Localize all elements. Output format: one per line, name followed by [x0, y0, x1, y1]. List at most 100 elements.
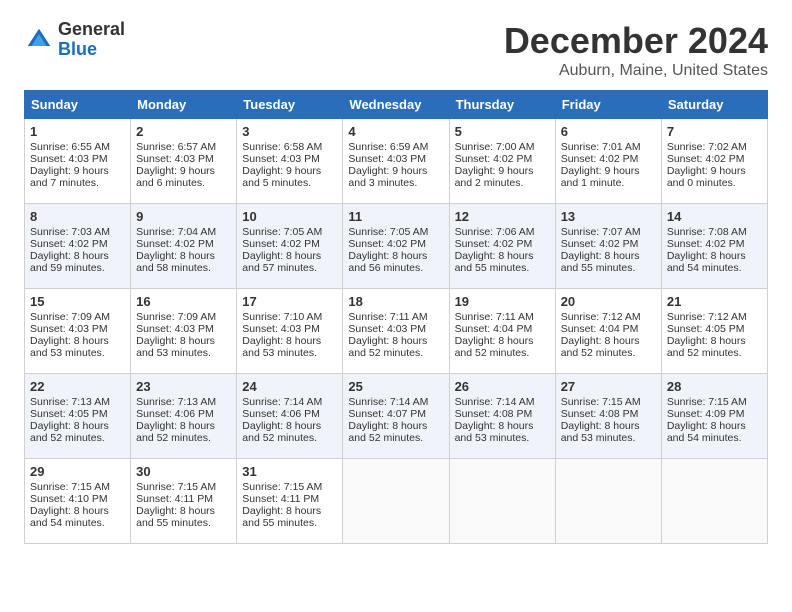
day-number: 5	[455, 124, 550, 139]
calendar-cell: 18Sunrise: 7:11 AMSunset: 4:03 PMDayligh…	[343, 289, 449, 374]
daylight-text: Daylight: 8 hours and 55 minutes.	[455, 250, 534, 274]
sunset-text: Sunset: 4:08 PM	[455, 408, 533, 420]
calendar-week-row: 22Sunrise: 7:13 AMSunset: 4:05 PMDayligh…	[25, 374, 768, 459]
calendar-cell	[343, 459, 449, 544]
calendar-cell	[661, 459, 767, 544]
calendar-cell: 17Sunrise: 7:10 AMSunset: 4:03 PMDayligh…	[237, 289, 343, 374]
sunrise-text: Sunrise: 7:05 AM	[348, 226, 428, 238]
sunset-text: Sunset: 4:02 PM	[561, 238, 639, 250]
calendar-cell: 27Sunrise: 7:15 AMSunset: 4:08 PMDayligh…	[555, 374, 661, 459]
calendar-cell: 14Sunrise: 7:08 AMSunset: 4:02 PMDayligh…	[661, 204, 767, 289]
daylight-text: Daylight: 8 hours and 52 minutes.	[561, 335, 640, 359]
calendar-cell: 20Sunrise: 7:12 AMSunset: 4:04 PMDayligh…	[555, 289, 661, 374]
sunset-text: Sunset: 4:07 PM	[348, 408, 426, 420]
sunset-text: Sunset: 4:02 PM	[30, 238, 108, 250]
calendar-header-sunday: Sunday	[25, 91, 131, 119]
sunset-text: Sunset: 4:03 PM	[348, 153, 426, 165]
daylight-text: Daylight: 8 hours and 53 minutes.	[136, 335, 215, 359]
sunrise-text: Sunrise: 7:11 AM	[348, 311, 427, 323]
sunset-text: Sunset: 4:09 PM	[667, 408, 745, 420]
sunrise-text: Sunrise: 7:09 AM	[136, 311, 216, 323]
calendar-cell: 28Sunrise: 7:15 AMSunset: 4:09 PMDayligh…	[661, 374, 767, 459]
day-number: 12	[455, 209, 550, 224]
sunrise-text: Sunrise: 7:11 AM	[455, 311, 534, 323]
calendar-header-saturday: Saturday	[661, 91, 767, 119]
calendar-cell: 15Sunrise: 7:09 AMSunset: 4:03 PMDayligh…	[25, 289, 131, 374]
sunrise-text: Sunrise: 7:13 AM	[30, 396, 110, 408]
calendar-cell: 11Sunrise: 7:05 AMSunset: 4:02 PMDayligh…	[343, 204, 449, 289]
sunrise-text: Sunrise: 7:15 AM	[242, 481, 322, 493]
day-number: 19	[455, 294, 550, 309]
day-number: 11	[348, 209, 443, 224]
sunrise-text: Sunrise: 7:15 AM	[667, 396, 747, 408]
calendar-cell: 19Sunrise: 7:11 AMSunset: 4:04 PMDayligh…	[449, 289, 555, 374]
calendar-table: SundayMondayTuesdayWednesdayThursdayFrid…	[24, 90, 768, 544]
sunset-text: Sunset: 4:11 PM	[136, 493, 213, 505]
calendar-cell: 30Sunrise: 7:15 AMSunset: 4:11 PMDayligh…	[131, 459, 237, 544]
calendar-cell: 16Sunrise: 7:09 AMSunset: 4:03 PMDayligh…	[131, 289, 237, 374]
sunrise-text: Sunrise: 7:12 AM	[667, 311, 747, 323]
sunset-text: Sunset: 4:02 PM	[667, 238, 745, 250]
day-number: 2	[136, 124, 231, 139]
daylight-text: Daylight: 8 hours and 57 minutes.	[242, 250, 321, 274]
day-number: 16	[136, 294, 231, 309]
logo-general: General	[58, 20, 125, 40]
calendar-cell: 29Sunrise: 7:15 AMSunset: 4:10 PMDayligh…	[25, 459, 131, 544]
calendar-cell: 13Sunrise: 7:07 AMSunset: 4:02 PMDayligh…	[555, 204, 661, 289]
day-number: 24	[242, 379, 337, 394]
calendar-cell: 6Sunrise: 7:01 AMSunset: 4:02 PMDaylight…	[555, 119, 661, 204]
day-number: 14	[667, 209, 762, 224]
sunset-text: Sunset: 4:02 PM	[136, 238, 214, 250]
sunrise-text: Sunrise: 7:01 AM	[561, 141, 641, 153]
daylight-text: Daylight: 9 hours and 6 minutes.	[136, 165, 215, 189]
day-number: 15	[30, 294, 125, 309]
logo-blue: Blue	[58, 40, 125, 60]
day-number: 1	[30, 124, 125, 139]
sunrise-text: Sunrise: 6:57 AM	[136, 141, 216, 153]
sunset-text: Sunset: 4:06 PM	[242, 408, 320, 420]
sunrise-text: Sunrise: 7:04 AM	[136, 226, 216, 238]
logo-icon	[24, 25, 54, 55]
sunrise-text: Sunrise: 7:07 AM	[561, 226, 641, 238]
day-number: 21	[667, 294, 762, 309]
day-number: 29	[30, 464, 125, 479]
day-number: 9	[136, 209, 231, 224]
daylight-text: Daylight: 8 hours and 52 minutes.	[667, 335, 746, 359]
sunrise-text: Sunrise: 7:14 AM	[348, 396, 428, 408]
day-number: 3	[242, 124, 337, 139]
day-number: 31	[242, 464, 337, 479]
sunrise-text: Sunrise: 7:15 AM	[30, 481, 110, 493]
sunset-text: Sunset: 4:02 PM	[242, 238, 320, 250]
calendar-cell: 7Sunrise: 7:02 AMSunset: 4:02 PMDaylight…	[661, 119, 767, 204]
daylight-text: Daylight: 8 hours and 54 minutes.	[30, 505, 109, 529]
sunrise-text: Sunrise: 7:13 AM	[136, 396, 216, 408]
daylight-text: Daylight: 8 hours and 55 minutes.	[242, 505, 321, 529]
day-number: 23	[136, 379, 231, 394]
daylight-text: Daylight: 8 hours and 55 minutes.	[136, 505, 215, 529]
day-number: 4	[348, 124, 443, 139]
sunset-text: Sunset: 4:03 PM	[30, 153, 108, 165]
day-number: 17	[242, 294, 337, 309]
day-number: 27	[561, 379, 656, 394]
daylight-text: Daylight: 8 hours and 59 minutes.	[30, 250, 109, 274]
sunset-text: Sunset: 4:03 PM	[348, 323, 426, 335]
calendar-cell: 5Sunrise: 7:00 AMSunset: 4:02 PMDaylight…	[449, 119, 555, 204]
sunrise-text: Sunrise: 7:12 AM	[561, 311, 641, 323]
calendar-cell: 21Sunrise: 7:12 AMSunset: 4:05 PMDayligh…	[661, 289, 767, 374]
sunset-text: Sunset: 4:02 PM	[455, 153, 533, 165]
daylight-text: Daylight: 9 hours and 3 minutes.	[348, 165, 427, 189]
day-number: 13	[561, 209, 656, 224]
day-number: 8	[30, 209, 125, 224]
sunset-text: Sunset: 4:03 PM	[136, 153, 214, 165]
sunrise-text: Sunrise: 7:05 AM	[242, 226, 322, 238]
sunset-text: Sunset: 4:08 PM	[561, 408, 639, 420]
day-number: 6	[561, 124, 656, 139]
sunset-text: Sunset: 4:11 PM	[242, 493, 319, 505]
daylight-text: Daylight: 8 hours and 52 minutes.	[242, 420, 321, 444]
header: General Blue December 2024 Auburn, Maine…	[24, 20, 768, 80]
calendar-header-thursday: Thursday	[449, 91, 555, 119]
daylight-text: Daylight: 9 hours and 0 minutes.	[667, 165, 746, 189]
logo-text: General Blue	[58, 20, 125, 60]
sunset-text: Sunset: 4:03 PM	[30, 323, 108, 335]
calendar-cell: 9Sunrise: 7:04 AMSunset: 4:02 PMDaylight…	[131, 204, 237, 289]
